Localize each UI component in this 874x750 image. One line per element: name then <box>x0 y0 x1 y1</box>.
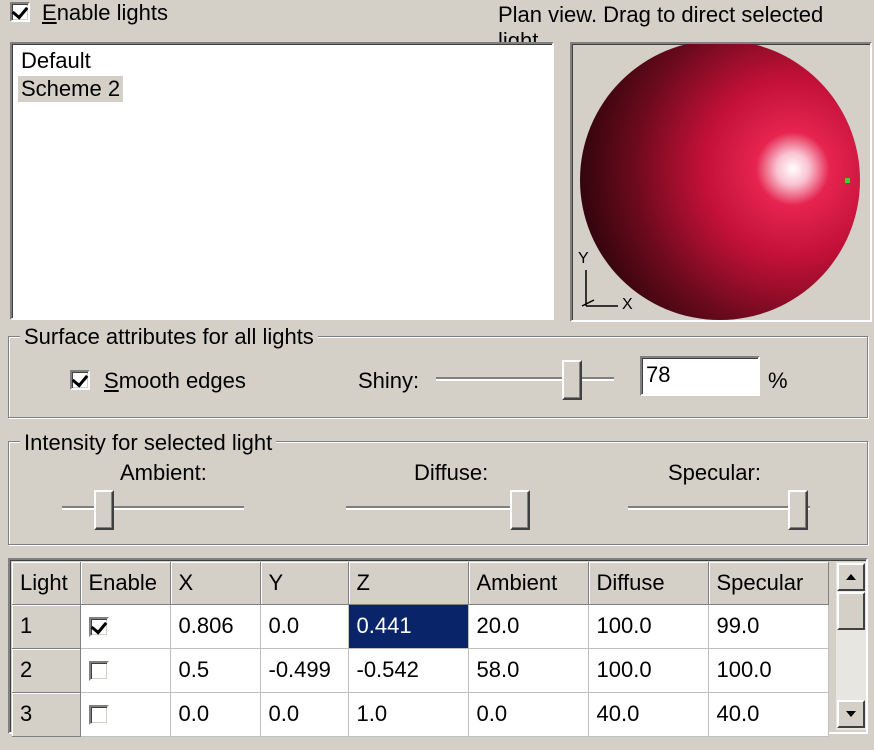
enable-lights-label[interactable]: Enable lights <box>42 0 168 26</box>
list-item[interactable]: Default <box>18 48 94 74</box>
row-specular[interactable]: 100.0 <box>708 648 829 693</box>
enable-lights-accel: E <box>42 0 57 25</box>
shiny-slider-track[interactable] <box>436 377 614 381</box>
enable-lights-label-rest: nable lights <box>56 0 168 25</box>
diffuse-slider-thumb[interactable] <box>510 490 530 530</box>
smooth-edges-checkbox[interactable] <box>70 370 90 390</box>
specular-slider-track[interactable] <box>628 506 810 510</box>
row-enable-checkbox[interactable] <box>88 617 109 638</box>
axis-y-label: Y <box>578 250 589 267</box>
axis-icon <box>581 270 618 307</box>
row-enable[interactable] <box>80 692 171 737</box>
axis-x-label: X <box>622 296 633 313</box>
enable-lights-checkbox[interactable] <box>10 2 30 22</box>
col-header-specular[interactable]: Specular <box>708 562 829 605</box>
smooth-edges-label[interactable]: Smooth edges <box>104 368 246 394</box>
table-row[interactable]: 3 0.0 0.0 1.0 0.0 40.0 40.0 <box>12 692 829 737</box>
scroll-thumb[interactable] <box>837 592 865 630</box>
shiny-value-input[interactable]: 78 <box>640 356 760 396</box>
col-header-x[interactable]: X <box>170 562 261 605</box>
row-ambient[interactable]: 58.0 <box>468 648 589 693</box>
col-header-diffuse[interactable]: Diffuse <box>588 562 709 605</box>
row-ambient[interactable]: 0.0 <box>468 692 589 737</box>
row-z[interactable]: 1.0 <box>348 692 469 737</box>
smooth-edges-label-rest: mooth edges <box>118 368 246 393</box>
lit-sphere <box>580 44 860 320</box>
row-diffuse[interactable]: 100.0 <box>588 648 709 693</box>
row-x[interactable]: 0.806 <box>170 604 261 649</box>
ambient-slider-track[interactable] <box>62 506 244 510</box>
shiny-slider-thumb[interactable] <box>562 360 582 400</box>
row-enable-checkbox[interactable] <box>88 705 109 726</box>
table-header-row: Light Enable X Y Z Ambient Diffuse Specu… <box>12 562 829 605</box>
intensity-group <box>8 441 868 545</box>
shiny-label: Shiny: <box>358 368 420 393</box>
sphere-svg[interactable] <box>572 44 870 320</box>
row-enable-checkbox[interactable] <box>88 661 109 682</box>
light-marker <box>845 178 850 183</box>
plan-view-preview[interactable]: Y X <box>570 42 872 322</box>
row-diffuse[interactable]: 100.0 <box>588 604 709 649</box>
specular-label: Specular: <box>668 460 761 485</box>
col-header-y[interactable]: Y <box>260 562 349 605</box>
ambient-label: Ambient: <box>120 460 207 485</box>
scroll-up-button[interactable] <box>837 563 865 591</box>
row-light[interactable]: 1 <box>12 604 81 649</box>
row-x[interactable]: 0.5 <box>170 648 261 693</box>
row-light[interactable]: 2 <box>12 648 81 693</box>
row-light[interactable]: 3 <box>12 692 81 737</box>
arrow-up-icon <box>846 574 856 580</box>
ambient-slider-thumb[interactable] <box>94 490 114 530</box>
row-diffuse[interactable]: 40.0 <box>588 692 709 737</box>
list-item-selected[interactable]: Scheme 2 <box>18 76 124 102</box>
shiny-unit: % <box>768 368 788 393</box>
scroll-down-button[interactable] <box>837 700 865 728</box>
diffuse-label: Diffuse: <box>414 460 489 485</box>
table-row[interactable]: 2 0.5 -0.499 -0.542 58.0 100.0 100.0 <box>12 648 829 693</box>
row-y[interactable]: -0.499 <box>260 648 349 693</box>
arrow-down-icon <box>846 711 856 717</box>
row-specular[interactable]: 99.0 <box>708 604 829 649</box>
col-header-z[interactable]: Z <box>348 562 469 605</box>
row-specular[interactable]: 40.0 <box>708 692 829 737</box>
col-header-light[interactable]: Light <box>12 562 81 605</box>
row-y[interactable]: 0.0 <box>260 692 349 737</box>
smooth-edges-accel: S <box>104 368 119 393</box>
row-x[interactable]: 0.0 <box>170 692 261 737</box>
lights-table: Light Enable X Y Z Ambient Diffuse Specu… <box>12 562 829 737</box>
table-row[interactable]: 1 0.806 0.0 0.441 20.0 100.0 99.0 <box>12 604 829 649</box>
col-header-ambient[interactable]: Ambient <box>468 562 589 605</box>
specular-slider-thumb[interactable] <box>788 490 808 530</box>
row-ambient[interactable]: 20.0 <box>468 604 589 649</box>
col-header-enable[interactable]: Enable <box>80 562 171 605</box>
intensity-legend: Intensity for selected light <box>20 430 277 456</box>
row-z-selected[interactable]: 0.441 <box>348 604 469 649</box>
row-enable[interactable] <box>80 648 171 693</box>
scheme-list[interactable]: Default Scheme 2 <box>10 42 554 320</box>
surface-attributes-legend: Surface attributes for all lights <box>20 324 318 350</box>
row-z[interactable]: -0.542 <box>348 648 469 693</box>
row-y[interactable]: 0.0 <box>260 604 349 649</box>
diffuse-slider-track[interactable] <box>346 506 528 510</box>
row-enable[interactable] <box>80 604 171 649</box>
